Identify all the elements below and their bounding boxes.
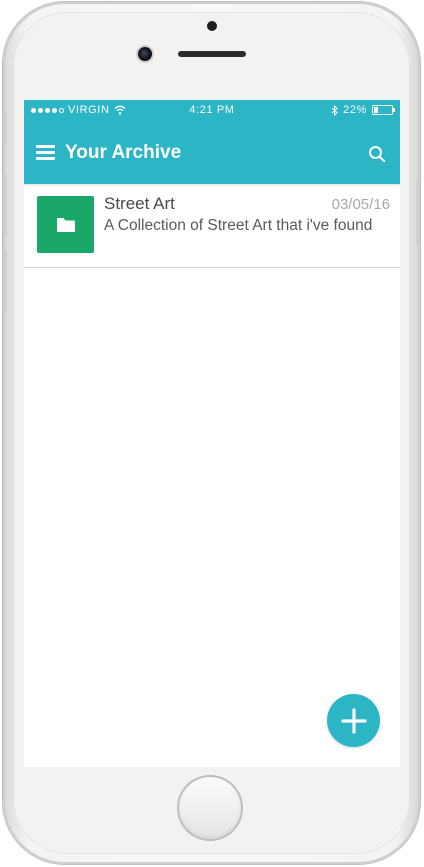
app-bar: Your Archive (24, 122, 400, 184)
list-item[interactable]: Street Art 03/05/16 A Collection of Stre… (24, 184, 400, 268)
status-right: 22% (331, 104, 395, 116)
home-button[interactable] (179, 777, 241, 839)
add-button[interactable] (327, 694, 380, 747)
page-title: Your Archive (65, 142, 182, 163)
power-button (416, 182, 420, 246)
folder-icon (56, 217, 75, 232)
battery-fill (374, 107, 378, 113)
item-date: 03/05/16 (331, 196, 390, 213)
status-bar: VIRGIN 4:21 PM 22% (24, 100, 400, 122)
bluetooth-icon (331, 104, 338, 116)
plus-icon (340, 707, 367, 734)
item-title: Street Art (104, 194, 175, 213)
earpiece-speaker (178, 51, 246, 57)
volume-down-button (3, 250, 7, 312)
battery-percent: 22% (343, 104, 367, 116)
proximity-sensor (207, 21, 217, 31)
search-icon[interactable] (368, 145, 386, 163)
mute-switch (3, 112, 7, 144)
front-camera (138, 47, 152, 61)
item-description: A Collection of Street Art that i've fou… (104, 217, 373, 234)
battery-icon (372, 105, 395, 115)
folder-tile (37, 196, 94, 253)
hamburger-menu-icon[interactable] (36, 145, 55, 161)
volume-up-button (3, 174, 7, 236)
screen: VIRGIN 4:21 PM 22% Your Archive Street A… (24, 100, 400, 767)
